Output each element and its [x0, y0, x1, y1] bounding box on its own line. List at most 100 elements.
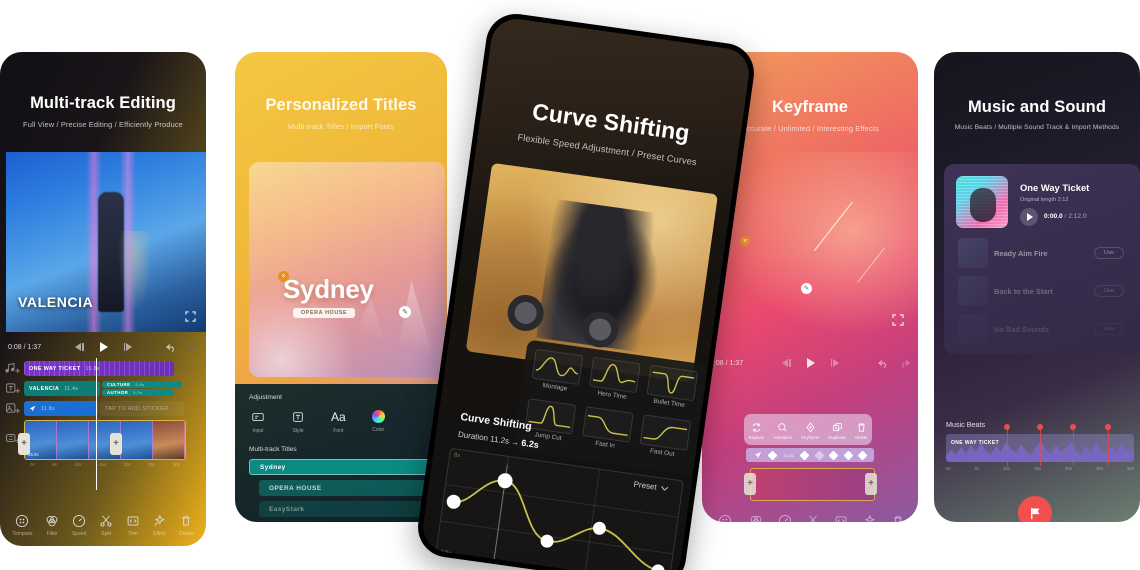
ruler-tick: 20s: [123, 462, 131, 467]
ruler-tick: 15s: [1034, 466, 1042, 471]
bottom-toolbar-4[interactable]: Template Filter Speed: [702, 514, 918, 522]
preset-hero-time[interactable]: Hero Time: [583, 356, 644, 409]
tool-trim[interactable]: Trim: [834, 514, 848, 522]
keyframe-diamond[interactable]: [799, 450, 810, 460]
track-row-audio[interactable]: ONE WAY TICKET 15.8s: [0, 360, 206, 377]
skip-next-icon[interactable]: [123, 343, 133, 351]
skip-previous-icon[interactable]: [75, 343, 84, 351]
timeline-tracks[interactable]: ONE WAY TICKET 15.8s VALENCIA 11.4s CULT…: [0, 360, 206, 467]
use-button[interactable]: Use: [1094, 323, 1124, 335]
keyframe-diamond[interactable]: [857, 450, 868, 460]
text-clip-culture[interactable]: CULTURE 5.8s: [102, 381, 182, 388]
skip-next-icon[interactable]: [830, 359, 840, 367]
sticker-clip[interactable]: 11.8s: [24, 401, 98, 416]
tool-trim[interactable]: Trim: [126, 514, 140, 537]
undo-icon[interactable]: [166, 343, 177, 352]
popup-delete[interactable]: Delete: [855, 422, 867, 440]
skip-previous-icon[interactable]: [782, 359, 791, 367]
preset-curve-grid[interactable]: Montage Hero Time Bullet Time Jump Cut F…: [512, 339, 709, 476]
sticker-plane-icon: [29, 405, 36, 412]
trim-handle-left[interactable]: +: [744, 473, 756, 495]
keyframe-diamond[interactable]: [828, 450, 839, 460]
preset-fast-out[interactable]: Fast Out: [634, 414, 695, 467]
beat-marker[interactable]: [1070, 424, 1076, 430]
keyframe-clip-row[interactable]: 11.8s: [746, 448, 874, 462]
keyframe-diamond[interactable]: [767, 450, 778, 460]
clip-action-popup[interactable]: Replace Animation Keyframe Duplicate Del…: [744, 414, 872, 445]
popup-duplicate[interactable]: Duplicate: [828, 422, 846, 440]
fullscreen-icon[interactable]: [892, 314, 904, 326]
beat-marker[interactable]: [1037, 424, 1043, 430]
playhead[interactable]: [96, 358, 98, 490]
redo-icon[interactable]: [899, 359, 910, 368]
add-sticker-placeholder[interactable]: TAP TO ADD STICKER: [100, 401, 184, 416]
tool-effect[interactable]: Effect: [152, 514, 166, 537]
tool-split[interactable]: Split: [806, 514, 820, 522]
use-button[interactable]: Use: [1094, 247, 1124, 259]
track-row-sticker[interactable]: 11.8s TAP TO ADD STICKER: [0, 400, 206, 417]
keyframe-diamond[interactable]: [814, 450, 824, 460]
tool-filter[interactable]: Filter: [749, 514, 763, 522]
beat-marker[interactable]: [1004, 424, 1010, 430]
popup-replace[interactable]: Replace: [749, 422, 764, 440]
add-sticker-icon[interactable]: [4, 402, 24, 415]
add-text-icon[interactable]: [4, 382, 24, 395]
preset-bullet-time[interactable]: Bullet Time: [641, 364, 702, 417]
close-icon[interactable]: ×: [278, 271, 289, 282]
template-icon: [719, 514, 732, 522]
trim-handle-right[interactable]: +: [110, 432, 122, 455]
text-clip-main[interactable]: VALENCIA 11.4s: [24, 381, 100, 396]
filter-icon: [751, 516, 762, 522]
popup-keyframe[interactable]: Keyframe: [801, 421, 820, 440]
curve-fast-in-icon: [587, 414, 628, 437]
video-preview[interactable]: VALENCIA: [6, 152, 206, 332]
beat-marker[interactable]: [1105, 424, 1111, 430]
tool-split[interactable]: Split: [99, 514, 113, 537]
bottom-toolbar-1[interactable]: Template Filter Speed Split Trim Effect …: [0, 514, 206, 537]
play-icon[interactable]: [806, 358, 815, 368]
track-row-text[interactable]: VALENCIA 11.4s CULTURE 5.8s AUTHOR 5.0s: [0, 380, 206, 397]
preset-fast-in[interactable]: Fast In: [577, 406, 638, 459]
tool-label: Delete: [179, 531, 194, 537]
video-clip-strip[interactable]: 35.8s: [24, 420, 186, 460]
play-icon[interactable]: [1020, 208, 1038, 226]
trim-handle-left[interactable]: +: [18, 432, 30, 455]
undo-icon[interactable]: [878, 359, 889, 368]
template-icon: [16, 514, 29, 528]
list-item[interactable]: Ready Aim Fire Use: [954, 238, 1134, 268]
audio-clip[interactable]: ONE WAY TICKET 15.8s: [24, 361, 174, 376]
play-icon[interactable]: [99, 342, 108, 352]
tool-speed[interactable]: Speed: [778, 514, 792, 522]
tool-template[interactable]: Template: [12, 514, 33, 537]
close-icon[interactable]: ×: [740, 236, 750, 246]
preset-montage[interactable]: Montage: [526, 348, 587, 401]
redo-icon[interactable]: [187, 343, 198, 352]
fullscreen-icon[interactable]: [185, 311, 196, 322]
keyframe-diamond[interactable]: [843, 450, 854, 460]
trim-handle-right[interactable]: +: [865, 473, 877, 495]
preset-curve-thumb: [646, 364, 698, 402]
track-row-video[interactable]: 35.8s + + 0s 5s 10s 15s 20s 25s 30s: [0, 420, 206, 467]
adjust-style[interactable]: Style: [291, 410, 305, 434]
culture-duration: 5.8s: [135, 381, 145, 387]
list-item[interactable]: Back to the Start Use: [954, 276, 1134, 306]
edit-handle-icon[interactable]: ✎: [801, 283, 812, 294]
video-clip-strip[interactable]: [750, 468, 875, 501]
player-controls-4: 0:08 / 1:37: [702, 352, 918, 374]
tool-delete[interactable]: Delete: [179, 514, 194, 537]
add-audio-icon[interactable]: [4, 362, 24, 375]
sticker-duration: 11.8s: [41, 405, 55, 412]
tool-template[interactable]: Template: [715, 514, 735, 522]
adjust-input[interactable]: Input: [251, 410, 265, 434]
popup-label: Keyframe: [801, 434, 820, 440]
adjust-label: Input: [252, 428, 264, 434]
list-item[interactable]: No Bad Sounds Use: [954, 314, 1134, 344]
tool-delete[interactable]: Delete: [890, 514, 904, 522]
use-button[interactable]: Use: [1094, 285, 1124, 297]
add-beat-flag-button[interactable]: [1018, 496, 1052, 522]
tool-filter[interactable]: Filter: [45, 514, 59, 537]
tool-speed[interactable]: Speed: [72, 514, 86, 537]
popup-animation[interactable]: Animation: [773, 422, 792, 440]
text-clip-author[interactable]: AUTHOR 5.0s: [102, 389, 174, 396]
tool-effect[interactable]: Effect: [862, 514, 876, 522]
